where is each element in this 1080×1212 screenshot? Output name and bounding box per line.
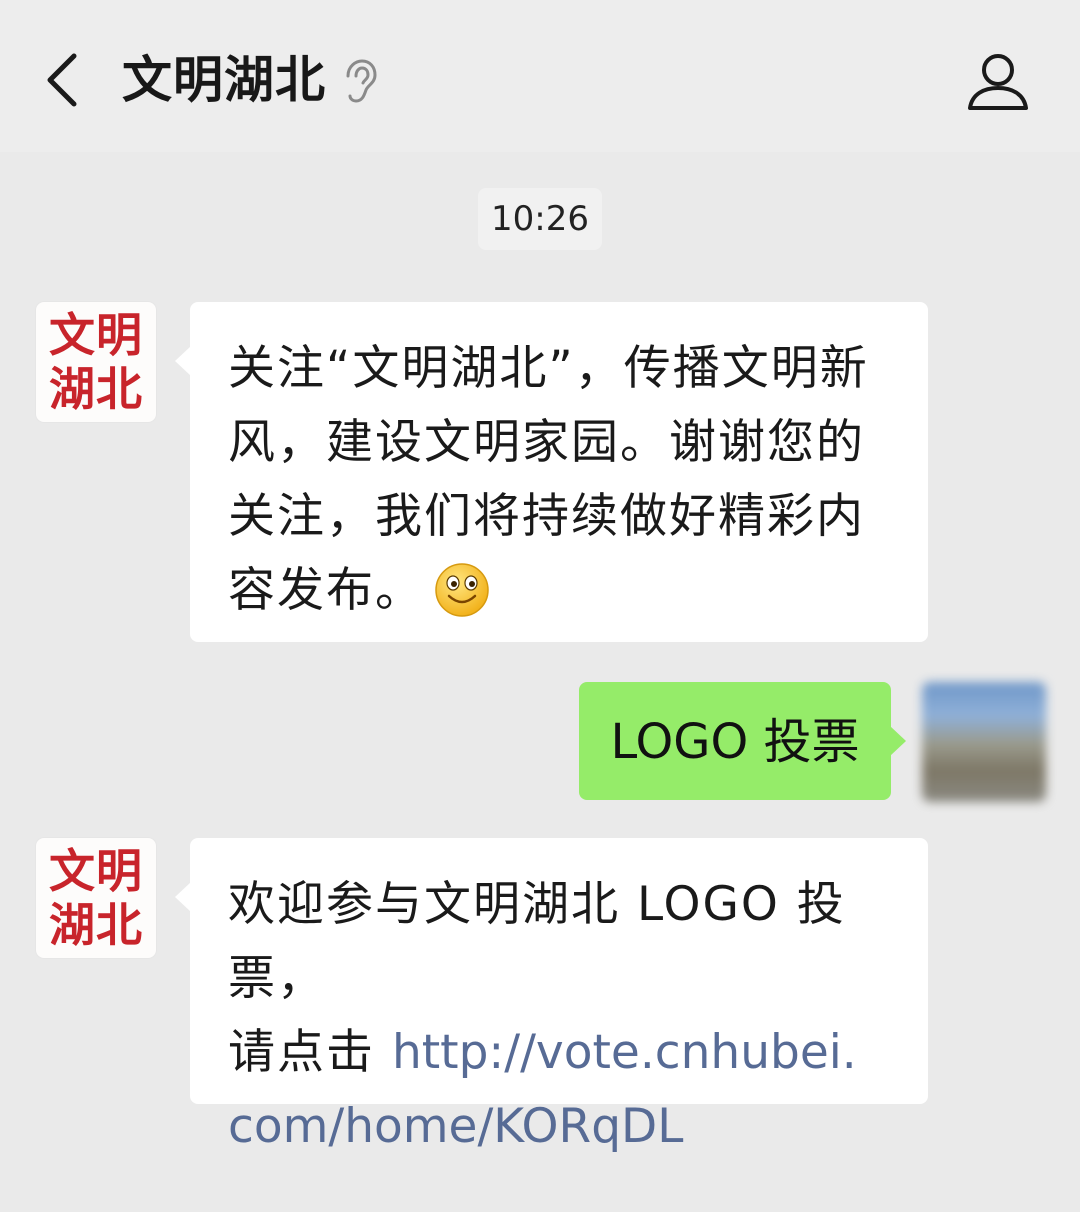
incoming-message-bubble[interactable]: 关注“文明湖北”，传播文明新 风，建设文明家园。谢谢您的 关注，我们将持续做好精… xyxy=(175,302,928,642)
message-text: LOGO 投票 xyxy=(610,714,860,770)
outgoing-message-bubble[interactable]: LOGO 投票 xyxy=(579,682,906,800)
official-account-avatar[interactable]: 文明 湖北 xyxy=(36,838,156,958)
message-text: 关注“文明湖北”，传播文明新 风，建设文明家园。谢谢您的 关注，我们将持续做好精… xyxy=(228,332,898,628)
back-button[interactable] xyxy=(30,44,94,116)
avatar-logo-text: 文明 湖北 xyxy=(49,308,143,416)
message-body: 关注“文明湖北”，传播文明新 风，建设文明家园。谢谢您的 关注，我们将持续做好精… xyxy=(228,341,869,618)
top-bar: 文明湖北 xyxy=(0,0,1080,152)
person-icon xyxy=(968,54,1028,110)
vote-link-continued[interactable]: com/home/KORqDL xyxy=(228,1099,683,1154)
chat-info-button[interactable] xyxy=(956,40,1040,124)
ear-icon xyxy=(346,59,377,103)
chevron-left-icon xyxy=(47,53,77,107)
user-avatar[interactable] xyxy=(922,682,1046,802)
message-text: 欢迎参与文明湖北 LOGO 投票， 请点击 http://vote.cnhube… xyxy=(228,868,898,1164)
avatar-logo-text: 文明 湖北 xyxy=(49,844,143,952)
message-timestamp: 10:26 xyxy=(478,188,602,250)
incoming-message-bubble[interactable]: 欢迎参与文明湖北 LOGO 投票， 请点击 http://vote.cnhube… xyxy=(175,838,928,1154)
chat-title: 文明湖北 xyxy=(122,51,326,109)
official-account-avatar[interactable]: 文明 湖北 xyxy=(36,302,156,422)
smile-emoji-icon xyxy=(435,562,489,617)
vote-link[interactable]: http://vote.cnhubei. xyxy=(392,1025,857,1080)
